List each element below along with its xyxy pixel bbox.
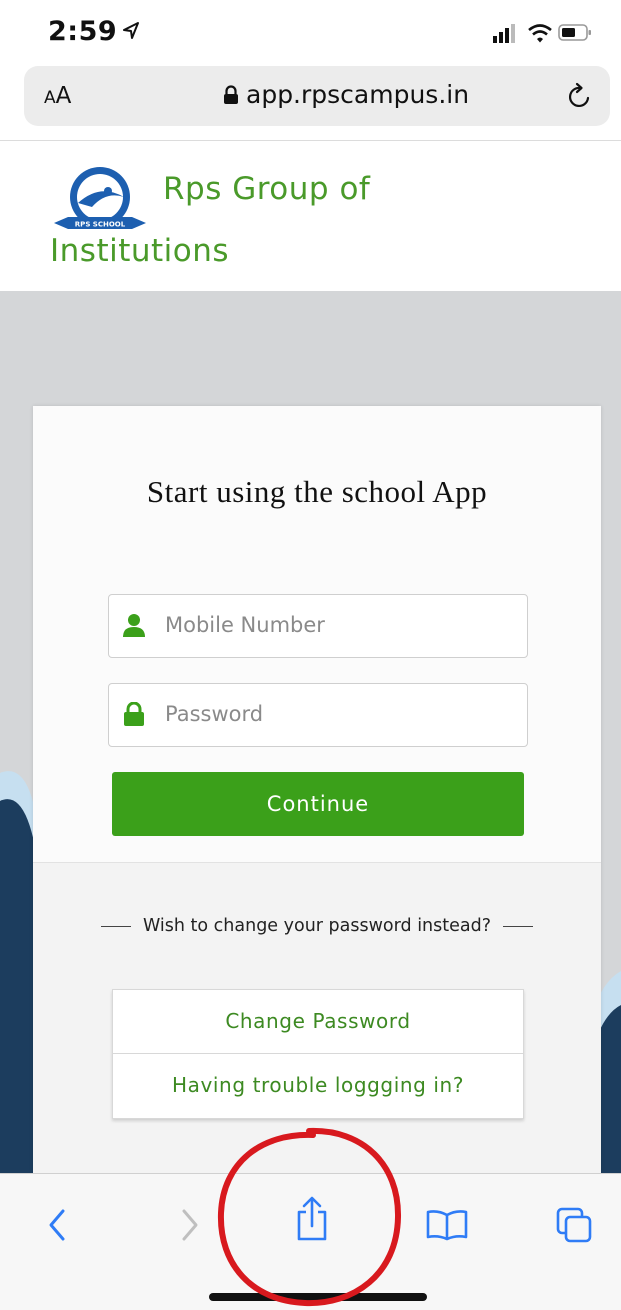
- battery-icon: [558, 24, 591, 41]
- address-bar[interactable]: AA app.rpscampus.in: [24, 66, 610, 126]
- change-password-prompt: Wish to change your password instead?: [33, 916, 601, 936]
- account-options: Change Password Having trouble loggging …: [112, 989, 524, 1119]
- reload-icon[interactable]: [566, 81, 594, 111]
- wifi-icon: [528, 24, 552, 43]
- user-icon: [123, 614, 145, 637]
- brand-name-line1: Rps Group of: [163, 171, 371, 207]
- forward-icon[interactable]: [179, 1208, 201, 1242]
- password-placeholder: Password: [165, 702, 264, 726]
- url-text[interactable]: app.rpscampus.in: [246, 80, 469, 109]
- lock-icon: [224, 85, 238, 104]
- continue-button[interactable]: Continue: [112, 772, 524, 836]
- status-bar: 2:59: [0, 0, 621, 58]
- browser-toolbar: [0, 1173, 621, 1310]
- left-dash: [100, 925, 131, 927]
- share-icon[interactable]: [294, 1196, 330, 1242]
- trouble-logging-in-button[interactable]: Having trouble loggging in?: [113, 1054, 523, 1118]
- brand-name-line2: Institutions: [50, 233, 230, 269]
- status-icons: [493, 24, 591, 43]
- cellular-signal-icon: [493, 24, 515, 43]
- text-size-button[interactable]: AA: [44, 83, 71, 109]
- change-password-section: Wish to change your password instead? Ch…: [33, 862, 601, 1173]
- right-dash: [503, 925, 534, 927]
- login-title: Start using the school App: [146, 474, 488, 509]
- location-arrow-icon: [123, 22, 139, 39]
- home-indicator: [209, 1293, 427, 1301]
- mobile-number-input[interactable]: Mobile Number: [108, 594, 528, 658]
- back-icon[interactable]: [46, 1208, 68, 1242]
- password-input[interactable]: Password: [108, 683, 528, 747]
- bookmarks-icon[interactable]: [426, 1209, 468, 1241]
- padlock-icon: [124, 702, 144, 726]
- mobile-number-placeholder: Mobile Number: [165, 613, 325, 637]
- status-time: 2:59: [48, 16, 118, 47]
- logo-text: RPS SCHOOL: [75, 221, 126, 229]
- site-header: RPS SCHOOL Rps Group of Institutions: [0, 141, 621, 291]
- login-card: Start using the school App Mobile Number…: [33, 406, 601, 1173]
- tabs-icon[interactable]: [555, 1206, 595, 1246]
- change-password-button[interactable]: Change Password: [113, 990, 523, 1054]
